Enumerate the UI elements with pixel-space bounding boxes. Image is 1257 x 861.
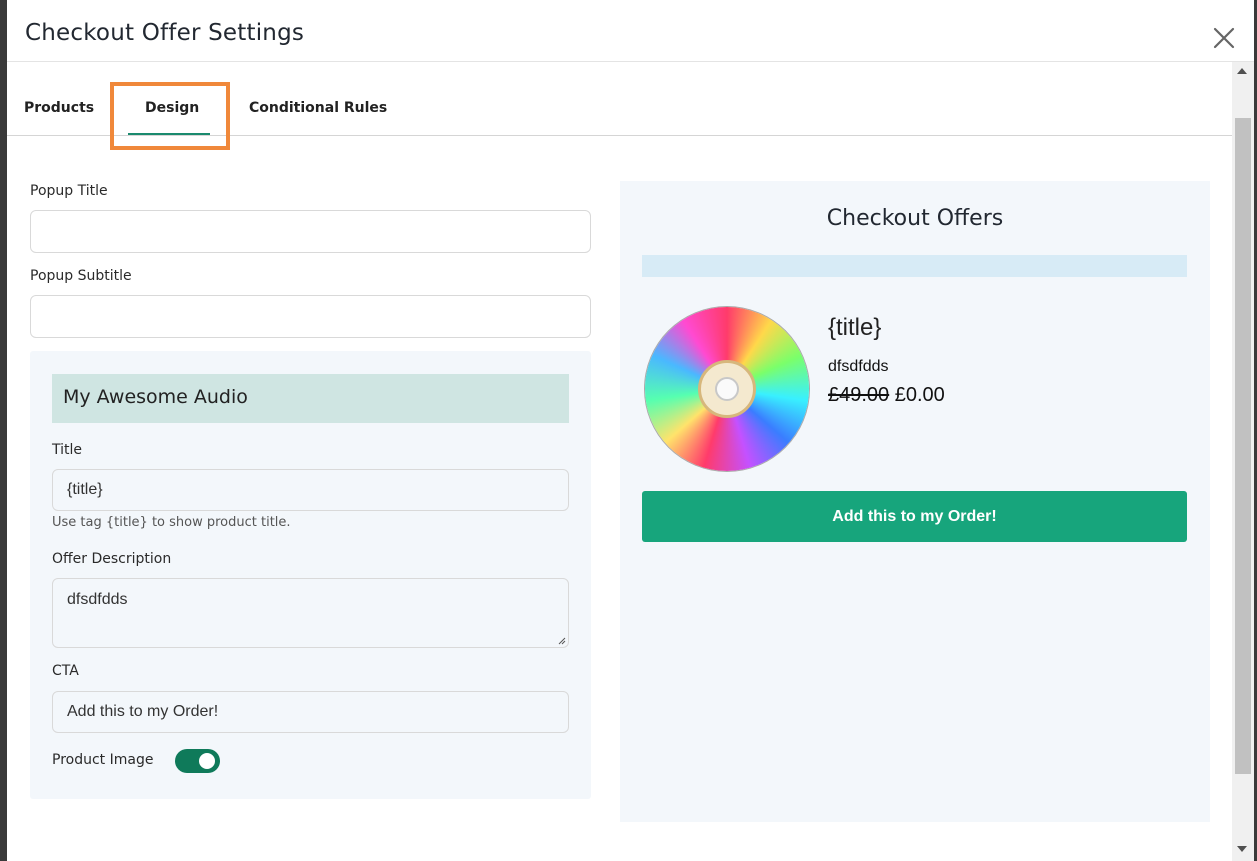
close-icon[interactable] — [1210, 24, 1238, 52]
product-image-label: Product Image — [52, 752, 154, 768]
popup-subtitle-input[interactable] — [30, 295, 591, 338]
preview-subtitle-bar — [642, 255, 1187, 277]
resize-grip-icon[interactable] — [556, 635, 566, 645]
modal-header: Checkout Offer Settings — [7, 0, 1254, 62]
offer-description-label: Offer Description — [52, 551, 172, 567]
tab-bar: Products Design Conditional Rules — [7, 62, 1232, 150]
popup-title-label: Popup Title — [30, 183, 108, 199]
product-image-toggle[interactable] — [175, 749, 220, 773]
scroll-thumb[interactable] — [1235, 118, 1251, 774]
offer-description-value: dfsdfdds — [67, 591, 128, 608]
popup-subtitle-label: Popup Subtitle — [30, 268, 132, 284]
preview-product-title: {title} — [828, 314, 882, 341]
add-to-order-button[interactable]: Add this to my Order! — [642, 491, 1187, 542]
offer-preview-panel: Checkout Offers {title} dfsdfdds £49.00 … — [620, 181, 1210, 822]
title-help-text: Use tag {title} to show product title. — [52, 515, 291, 530]
cd-hole — [715, 377, 739, 401]
tab-products[interactable]: Products — [24, 100, 94, 116]
scroll-up-icon[interactable] — [1237, 68, 1247, 74]
checkout-offer-settings-modal: Checkout Offer Settings Products Design … — [7, 0, 1254, 861]
tab-conditional-rules[interactable]: Conditional Rules — [249, 100, 387, 116]
title-input[interactable] — [52, 469, 569, 511]
product-header: My Awesome Audio — [52, 374, 569, 423]
vertical-scrollbar[interactable] — [1232, 62, 1254, 861]
toggle-knob — [199, 753, 215, 769]
offer-description-textarea[interactable]: dfsdfdds — [52, 578, 569, 648]
preview-heading: Checkout Offers — [826, 206, 1004, 231]
preview-old-price: £49.00 — [828, 384, 890, 406]
preview-new-price: £0.00 — [894, 384, 945, 406]
scroll-down-icon[interactable] — [1237, 846, 1247, 852]
modal-title: Checkout Offer Settings — [25, 20, 305, 46]
tab-highlight-box — [110, 82, 230, 150]
title-label: Title — [52, 442, 83, 458]
cta-label: CTA — [52, 663, 79, 679]
product-name: My Awesome Audio — [63, 386, 248, 408]
cd-center-ring — [698, 360, 756, 418]
product-settings-card: My Awesome Audio Title Use tag {title} t… — [30, 351, 591, 799]
cta-input[interactable] — [52, 691, 569, 733]
preview-product-description: dfsdfdds — [828, 358, 889, 375]
preview-price: £49.00 £0.00 — [828, 384, 945, 407]
product-image-cd — [645, 307, 809, 471]
popup-title-input[interactable] — [30, 210, 591, 253]
